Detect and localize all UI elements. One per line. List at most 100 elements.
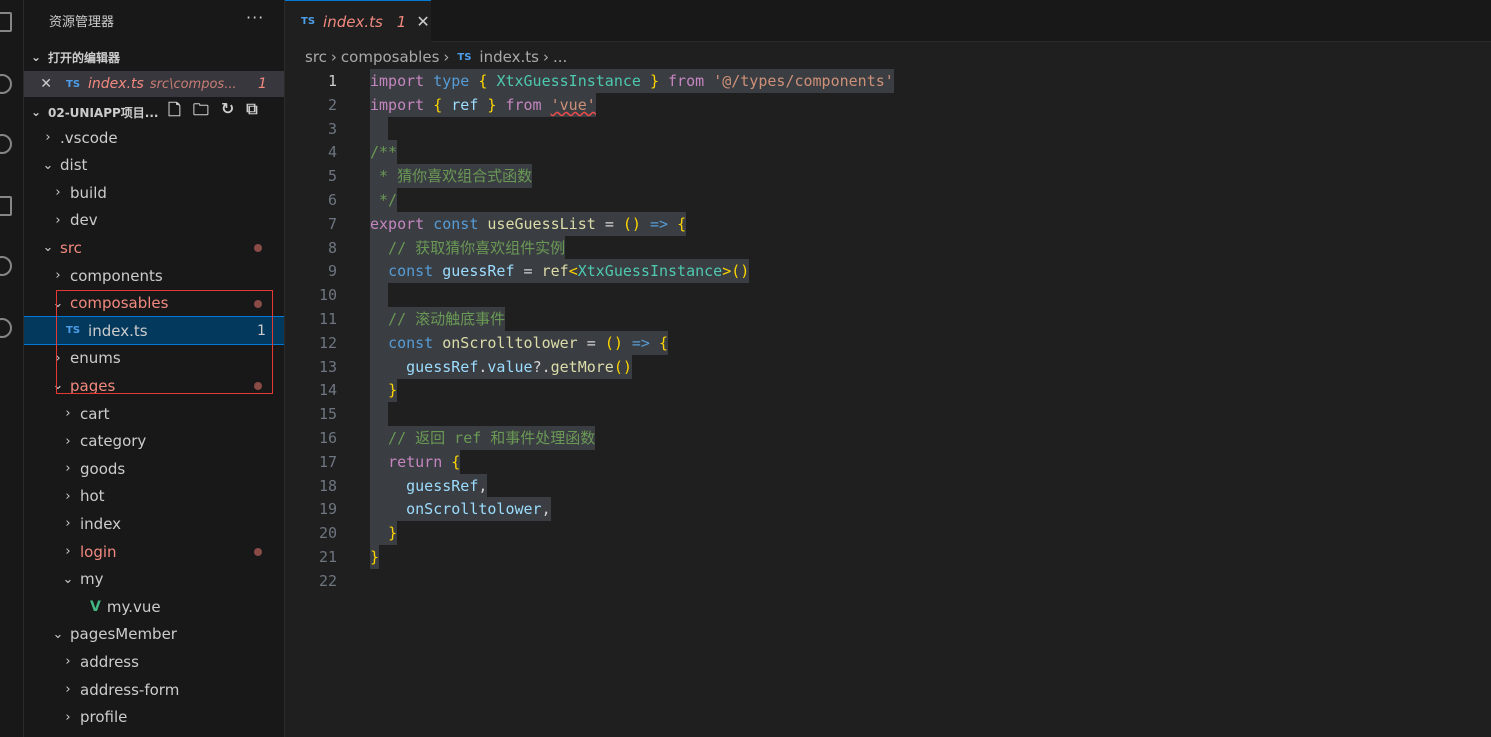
code-line[interactable]: 16 // 返回 ref 和事件处理函数 [285,426,1491,450]
tree-item-label: profile [80,708,128,727]
typescript-icon: TS [66,325,81,337]
tree-item[interactable]: › address [24,648,284,675]
tree-item[interactable]: › build [24,179,284,206]
code-line[interactable]: 21} [285,545,1491,569]
code-line[interactable]: 13 guessRef.value?.getMore() [285,354,1491,379]
typescript-icon: TS [301,16,316,27]
line-number: 8 [327,238,337,257]
chevron-right-icon: › [443,48,450,66]
tree-item[interactable]: › .vscode [24,124,284,151]
code-line[interactable]: 20 } [285,521,1491,546]
tree-item-label: build [70,183,107,202]
modified-dot-icon [254,244,262,253]
breadcrumb-file[interactable]: index.ts [479,48,539,66]
code-line[interactable]: 2 import { ref } from 'vue' [285,92,1491,117]
code-line[interactable]: 19 onScrolltolower, [285,497,1491,522]
code-line[interactable]: 9 const guessRef = ref<XtxGuessInstance>… [285,259,1491,284]
tree-item[interactable]: › login [24,538,284,565]
code-line[interactable]: 4 /** [285,140,1491,165]
line-number: 12 [318,333,337,352]
new-file-icon[interactable]: 🗋 [168,99,181,126]
code-line[interactable]: 10 [285,283,1491,308]
collapse-all-icon[interactable]: ⧉ [246,99,257,126]
code-line[interactable]: 5 * 猜你喜欢组合式函数 [285,164,1491,189]
tree-item[interactable]: ⌄ my [24,566,284,593]
code-text: } [370,378,398,403]
tree-item[interactable]: Vmy.vue [24,593,284,620]
tree-item[interactable]: › goods [24,455,284,482]
tree-item[interactable]: › category [24,428,284,455]
tree-item[interactable]: › index [24,510,284,537]
code-line[interactable]: 3 [285,116,1491,141]
close-icon[interactable]: ✕ [32,76,56,92]
tree-item-label: category [80,432,147,451]
code-text: // 返回 ref 和事件处理函数 [370,426,596,450]
chevron-down-icon: ⌄ [42,240,54,256]
chevron-right-icon: › [45,130,51,145]
breadcrumb-composables[interactable]: composables [341,48,439,66]
code-line[interactable]: 14 } [285,378,1491,403]
line-number: 2 [327,95,337,114]
remote-icon[interactable] [0,318,12,338]
chevron-down-icon: ⌄ [30,50,42,64]
tree-item[interactable]: › profile [24,704,284,731]
explorer-title: 资源管理器 [49,15,115,30]
new-folder-icon[interactable]: 🗀 [193,99,209,126]
code-line[interactable]: 18 guessRef, [285,473,1491,498]
code-line[interactable]: 1 import type { XtxGuessInstance } from '… [285,69,1491,93]
tree-item[interactable]: › cart [24,400,284,427]
chevron-right-icon: › [65,516,71,532]
tab-index-ts[interactable]: TS index.ts 1 ✕ [285,0,431,42]
tree-item-label: composables [70,294,169,313]
code-line[interactable]: 8 // 获取猜你喜欢组件实例 [285,235,1491,260]
open-editors-label: 打开的编辑器 [48,50,121,65]
tree-item[interactable]: TS index.ts 1 [24,316,284,346]
breadcrumb-src[interactable]: src [305,48,327,66]
extensions-icon[interactable] [0,196,12,216]
source-control-icon[interactable] [0,134,12,154]
tab-problem-count: 1 [396,12,407,31]
project-header[interactable]: ⌄ 02-UNIAPP项目... 🗋 🗀 ↻ ⧉ [24,99,284,126]
breadcrumb-symbol[interactable]: ... [553,48,567,66]
close-icon[interactable]: ✕ [416,12,429,31]
tree-item-label: hot [80,487,105,506]
tree-item[interactable]: › address-form [24,676,284,703]
code-line[interactable]: 11 // 滚动触底事件 [285,307,1491,331]
tree-item[interactable]: ⌄ dist [24,152,284,179]
open-editor-item[interactable]: ✕ TS index.ts src\compos... 1 [24,71,284,97]
code-line[interactable]: 17 return { [285,449,1491,474]
code-line[interactable]: 12 const onScrolltolower = () => { [285,330,1491,355]
tree-item[interactable]: › dev [24,207,284,234]
code-line[interactable]: 7 export const useGuessList = () => { [285,211,1491,236]
search-icon[interactable] [0,74,12,94]
chevron-right-icon: › [65,433,71,449]
code-text: return { [370,449,461,474]
project-label: 02-UNIAPP项目... [48,105,159,120]
line-number: 1 [327,72,337,90]
tree-item[interactable]: › hot [24,483,284,510]
chevron-right-icon: › [65,654,71,670]
tree-item[interactable]: › components [24,262,284,289]
open-editors-header[interactable]: ⌄ 打开的编辑器 [24,45,284,69]
explorer-icon[interactable] [0,12,12,32]
code-line[interactable]: 15 [285,402,1491,427]
refresh-icon[interactable]: ↻ [221,99,234,126]
line-number: 11 [318,310,337,328]
chevron-right-icon: › [55,350,61,366]
tree-item[interactable]: › enums [24,345,284,372]
code-line[interactable]: 6 */ [285,188,1491,212]
code-line[interactable]: 22 [285,569,1491,593]
more-actions-icon[interactable]: ··· [246,8,264,27]
line-number: 22 [318,571,337,590]
code-text: import type { XtxGuessInstance } from '@… [370,69,894,93]
tree-item[interactable]: ⌄ src [24,234,284,261]
chevron-right-icon: › [55,268,61,283]
line-number: 17 [318,452,337,471]
line-number: 10 [318,286,337,305]
tree-item[interactable]: ⌄ composables [24,290,284,317]
run-debug-icon[interactable] [0,256,12,276]
tree-item[interactable]: ⌄ pages [24,372,284,399]
tree-item-label: goods [80,459,126,478]
tree-item-label: address-form [80,680,180,699]
tree-item[interactable]: ⌄ pagesMember [24,621,284,648]
